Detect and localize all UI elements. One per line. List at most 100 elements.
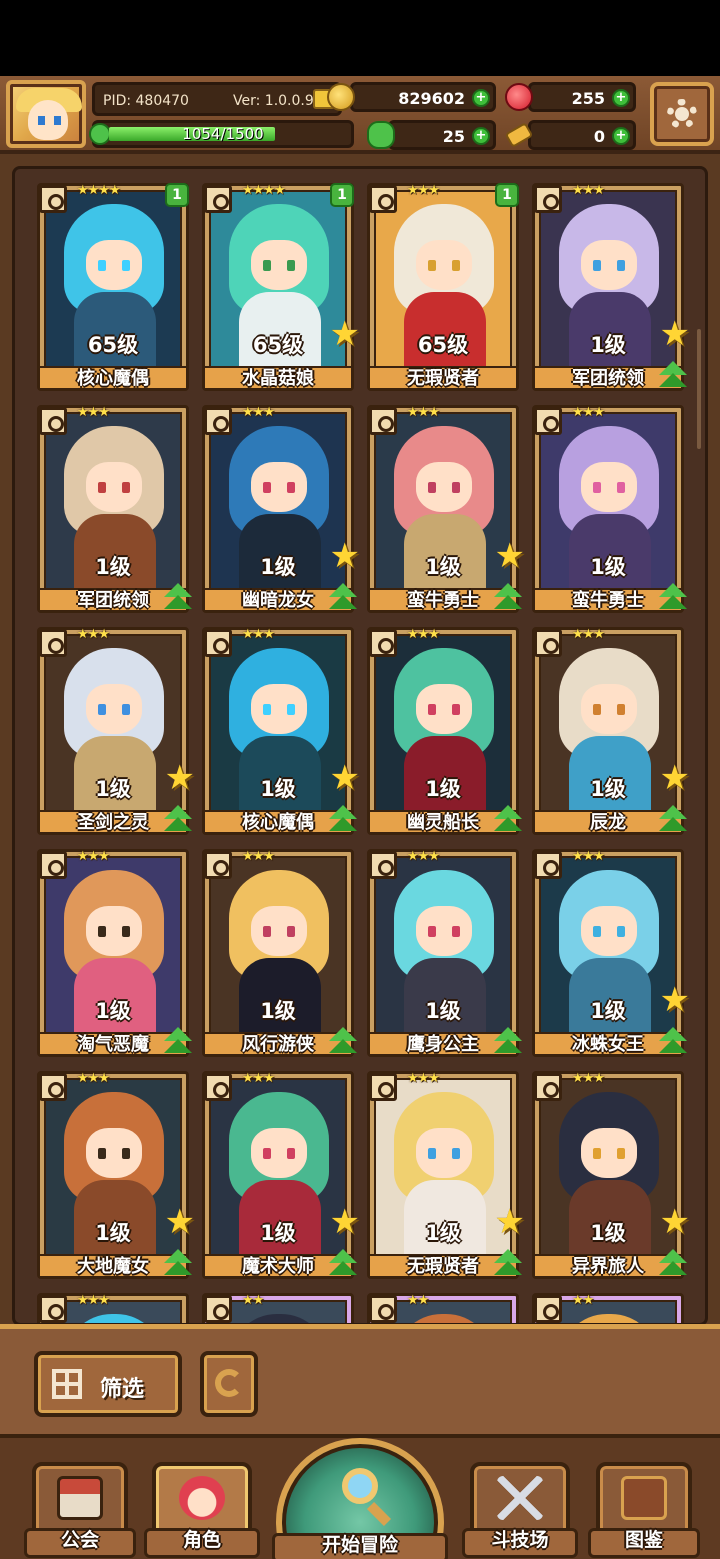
hero-card[interactable]: ★★: [532, 1293, 684, 1323]
hero-level: 65级: [87, 333, 139, 357]
top-header: PID: 480470 Ver: 1.0.0.9 829602 + 255 + …: [0, 76, 720, 154]
star-icon: ★: [494, 536, 525, 576]
rarity-stars: ★★★: [572, 405, 605, 420]
count-badge: 1: [330, 183, 354, 207]
upgrade-arrow-icon[interactable]: [658, 583, 688, 611]
ruby-value: 255: [571, 89, 605, 108]
nav-arena[interactable]: 斗技场: [462, 1462, 578, 1558]
upgrade-arrow-icon[interactable]: [493, 1027, 523, 1055]
hero-card[interactable]: ★★★ 1级 风行游侠: [202, 849, 357, 1057]
filter-button[interactable]: 筛选: [34, 1351, 182, 1417]
key-icon: [504, 122, 534, 148]
hero-card[interactable]: ★★★ 1级 鹰身公主: [367, 849, 522, 1057]
hero-card[interactable]: ★★★ 1级 幽暗龙女 ★: [202, 405, 360, 613]
star-icon: ★: [164, 758, 195, 798]
hero-card[interactable]: ★★★ 1级 冰蛛女王 ★: [532, 849, 690, 1057]
hero-card[interactable]: ★★★ 1级 幽灵船长: [367, 627, 522, 835]
hero-card[interactable]: ★★★ 1级 淘气恶魔: [37, 849, 192, 1057]
rarity-stars: ★★★: [572, 849, 605, 864]
rarity-stars: ★★★: [77, 1071, 110, 1086]
filter-bar: 筛选: [0, 1324, 720, 1434]
class-icon: [204, 1073, 232, 1101]
settings-button[interactable]: [650, 82, 714, 146]
nav-codex-label: 图鉴: [624, 1529, 663, 1551]
hero-card[interactable]: ★★★★ 1 65级 核心魔偶: [37, 183, 189, 391]
hero-card[interactable]: ★★★ 1级 蛮牛勇士 ★: [367, 405, 525, 613]
status-bar: [0, 0, 720, 76]
class-icon: [204, 1295, 232, 1323]
upgrade-arrow-icon[interactable]: [328, 1249, 358, 1277]
nav-character-label: 角色: [182, 1529, 221, 1551]
nav-codex[interactable]: 图鉴: [588, 1462, 700, 1558]
upgrade-arrow-icon[interactable]: [163, 583, 193, 611]
hero-card[interactable]: ★★: [367, 1293, 519, 1323]
class-icon: [39, 407, 67, 435]
hero-card[interactable]: ★★★★ 1 65级 水晶菇娘 ★: [202, 183, 360, 391]
upgrade-arrow-icon[interactable]: [658, 805, 688, 833]
upgrade-arrow-icon[interactable]: [163, 1249, 193, 1277]
hero-card[interactable]: ★★★ 1 65级 无瑕贤者: [367, 183, 519, 391]
hero-card[interactable]: ★★★ 1级 蛮牛勇士: [532, 405, 687, 613]
hero-level: 1级: [95, 999, 131, 1023]
magnifier-icon: [342, 1468, 378, 1504]
hero-card[interactable]: ★★★ 1级 辰龙 ★: [532, 627, 690, 835]
key-value: 0: [593, 127, 605, 146]
hero-card[interactable]: ★★: [202, 1293, 354, 1323]
class-icon: [39, 1073, 67, 1101]
upgrade-arrow-icon[interactable]: [163, 1027, 193, 1055]
rarity-stars: ★★★: [77, 627, 110, 642]
rarity-stars: ★★★: [242, 1071, 275, 1086]
player-info-panel: PID: 480470 Ver: 1.0.0.9: [92, 82, 342, 116]
upgrade-arrow-icon[interactable]: [328, 583, 358, 611]
hero-card[interactable]: ★★★: [37, 1293, 189, 1323]
hero-card[interactable]: ★★★ 1级 军团统领: [37, 405, 192, 613]
count-badge: 1: [165, 183, 189, 207]
rarity-stars: ★★★: [572, 183, 605, 198]
nav-character[interactable]: 角色: [144, 1462, 260, 1558]
upgrade-arrow-icon[interactable]: [328, 1027, 358, 1055]
class-icon: [39, 1295, 67, 1323]
add-clover-button[interactable]: +: [472, 127, 490, 145]
star-icon: ★: [494, 1202, 525, 1242]
book-icon: [621, 1476, 667, 1520]
rarity-stars: ★★★: [242, 849, 275, 864]
hero-level: 65级: [417, 333, 469, 357]
hero-level: 1级: [590, 555, 626, 579]
clover-value: 25: [442, 127, 465, 146]
upgrade-arrow-icon[interactable]: [658, 1249, 688, 1277]
scrollbar[interactable]: [697, 329, 701, 449]
hero-name: 无瑕贤者: [407, 368, 479, 389]
upgrade-arrow-icon[interactable]: [328, 805, 358, 833]
rarity-stars: ★★: [572, 1293, 594, 1308]
rarity-stars: ★★: [242, 1293, 264, 1308]
hero-grid-container[interactable]: ★★★★ 1 65级 核心魔偶 ★★★★ 1 65级 水晶菇娘 ★ ★★★ 1 65级 无瑕贤者 ★★★ 1…: [12, 166, 708, 1326]
hero-card[interactable]: ★★★ 1级 魔术大师 ★: [202, 1071, 360, 1279]
rarity-stars: ★★: [407, 1293, 429, 1308]
refresh-button[interactable]: [200, 1351, 258, 1417]
class-icon: [204, 851, 232, 879]
add-key-button[interactable]: +: [612, 127, 630, 145]
hero-card[interactable]: ★★★ 1级 核心魔偶 ★: [202, 627, 360, 835]
class-icon: [534, 407, 562, 435]
grid-filter-icon: [52, 1369, 82, 1399]
hero-card[interactable]: ★★★ 1级 圣剑之灵 ★: [37, 627, 195, 835]
upgrade-arrow-icon[interactable]: [658, 1027, 688, 1055]
crossed-swords-icon: [497, 1476, 543, 1520]
star-icon: ★: [659, 314, 690, 354]
add-gold-button[interactable]: +: [472, 89, 490, 107]
hero-card[interactable]: ★★★ 1级 无瑕贤者 ★: [367, 1071, 525, 1279]
upgrade-arrow-icon[interactable]: [493, 1249, 523, 1277]
exp-bar: 1054/1500: [89, 120, 354, 148]
upgrade-arrow-icon[interactable]: [493, 583, 523, 611]
upgrade-arrow-icon[interactable]: [658, 361, 688, 389]
gold-counter: 829602 +: [327, 82, 496, 112]
player-avatar[interactable]: [6, 80, 86, 148]
hero-card[interactable]: ★★★ 1级 大地魔女 ★: [37, 1071, 195, 1279]
upgrade-arrow-icon[interactable]: [163, 805, 193, 833]
add-ruby-button[interactable]: +: [612, 89, 630, 107]
hero-card[interactable]: ★★★ 1级 异界旅人 ★: [532, 1071, 690, 1279]
upgrade-arrow-icon[interactable]: [493, 805, 523, 833]
hero-card[interactable]: ★★★ 1级 军团统领 ★: [532, 183, 690, 391]
nav-start-adventure[interactable]: 开始冒险: [272, 1438, 448, 1559]
nav-guild[interactable]: 公会: [24, 1462, 136, 1558]
